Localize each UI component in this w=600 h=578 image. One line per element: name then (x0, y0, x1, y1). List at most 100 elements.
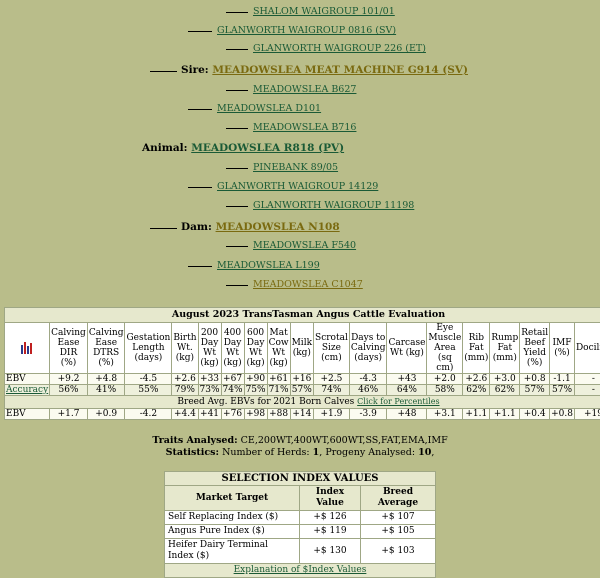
ebv-value: +2.5 (314, 374, 350, 385)
pedigree-sire-dam-dam-link[interactable]: MEADOWSLEA B716 (253, 122, 356, 134)
percentiles-link[interactable]: Click for Percentiles (357, 397, 439, 406)
pedigree-dam-dam-link[interactable]: MEADOWSLEA L199 (217, 260, 320, 272)
chart-icon-cell[interactable] (5, 323, 50, 374)
pedigree-sire-sire-sire-link[interactable]: SHALOM WAIGROUP 101/01 (253, 6, 395, 18)
ebv-value: -4.5 (125, 374, 172, 385)
selection-row: Self Replacing Index ($) +$ 126 +$ 107 (165, 511, 436, 525)
pedigree-connector (188, 266, 212, 267)
breed-average-value: +3.1 (427, 409, 463, 420)
ebv-column-header: Rib Fat (mm) (463, 323, 490, 374)
accuracy-value: 74% (221, 385, 244, 396)
ebv-value: +3.0 (490, 374, 520, 385)
selection-row-average: +$ 107 (360, 511, 435, 525)
ebv-value: +90 (244, 374, 267, 385)
accuracy-row-label[interactable]: Accuracy (5, 385, 50, 396)
pedigree-dam-dam-sire-link[interactable]: MEADOWSLEA F540 (253, 240, 356, 252)
ebv-column-header: 400 Day Wt (kg) (221, 323, 244, 374)
breed-average-value: +0.9 (87, 409, 125, 420)
ebv-column-header: 200 Day Wt (kg) (198, 323, 221, 374)
pedigree-connector (226, 285, 248, 286)
statistics-label: Statistics: (166, 447, 219, 458)
pedigree-sire-dam-link[interactable]: MEADOWSLEA D101 (217, 103, 321, 115)
animal-link[interactable]: MEADOWSLEA R818 (PV) (191, 142, 344, 154)
dam-row: Dam: MEADOWSLEA N108 (181, 221, 340, 234)
ebv-value: +2.6 (463, 374, 490, 385)
breed-average-title: Breed Avg. EBVs for 2021 Born Calves (177, 397, 354, 407)
breed-average-value: +19 (574, 409, 600, 420)
pedigree-connector (226, 90, 248, 91)
pedigree-tree: SHALOM WAIGROUP 101/01 GLANWORTH WAIGROU… (0, 0, 600, 300)
traits-analysed: Traits Analysed: CE,200WT,400WT,600WT,SS… (0, 435, 600, 446)
sire-label: Sire: (181, 64, 209, 76)
pedigree-dam-sire-sire-link[interactable]: PINEBANK 89/05 (253, 162, 338, 174)
index-value-header: Index Value (300, 486, 361, 511)
accuracy-value: 57% (520, 385, 550, 396)
ebv-table-title: August 2023 TransTasman Angus Cattle Eva… (5, 308, 600, 323)
ebv-value: - (574, 374, 600, 385)
breed-average-value: +1.9 (314, 409, 350, 420)
ebv-column-header: Scrotal Size (cm) (314, 323, 350, 374)
animal-row: Animal: MEADOWSLEA R818 (PV) (142, 142, 344, 155)
bar-chart-icon[interactable] (20, 340, 34, 354)
pedigree-connector (188, 109, 212, 110)
breed-average-value: -4.2 (125, 409, 172, 420)
ebv-column-header: Mat Cow Wt (kg) (267, 323, 290, 374)
breed-average-value: +1.1 (463, 409, 490, 420)
accuracy-link[interactable]: Accuracy (6, 385, 48, 395)
ebv-column-header: Carcase Wt (kg) (387, 323, 427, 374)
accuracy-row: Accuracy 56%41%55%79%73%74%75%71%57%74%4… (5, 385, 600, 396)
sire-link[interactable]: MEADOWSLEA MEAT MACHINE G914 (SV) (212, 64, 468, 76)
selection-index-table: SELECTION INDEX VALUES Market Target Ind… (164, 471, 436, 578)
accuracy-value: - (574, 385, 600, 396)
selection-row-name: Self Replacing Index ($) (165, 511, 300, 525)
breed-average-value: -3.9 (349, 409, 387, 420)
ebv-value: +9.2 (50, 374, 88, 385)
pedigree-sire-sire-link[interactable]: GLANWORTH WAIGROUP 0816 (SV) (217, 25, 396, 37)
accuracy-value: 74% (314, 385, 350, 396)
pedigree-dam-sire-dam-link[interactable]: GLANWORTH WAIGROUP 11198 (253, 200, 414, 212)
accuracy-value: 71% (267, 385, 290, 396)
selection-row-average: +$ 105 (360, 525, 435, 539)
pedigree-dam-dam-dam-link[interactable]: MEADOWSLEA C1047 (253, 279, 363, 291)
index-explanation-link[interactable]: Explanation of $Index Values (234, 565, 367, 575)
progeny-value: 10 (418, 447, 431, 458)
ebv-value: +43 (387, 374, 427, 385)
accuracy-value: 64% (387, 385, 427, 396)
accuracy-value: 62% (463, 385, 490, 396)
ebv-column-header: Docility (574, 323, 600, 374)
accuracy-value: 57% (290, 385, 313, 396)
ebv-value: +61 (267, 374, 290, 385)
pedigree-connector (226, 206, 248, 207)
ebv-row-label: EBV (5, 374, 50, 385)
ebv-column-header: Rump Fat (mm) (490, 323, 520, 374)
pedigree-sire-dam-sire-link[interactable]: MEADOWSLEA B627 (253, 84, 356, 96)
selection-row-value: +$ 126 (300, 511, 361, 525)
pedigree-sire-sire-dam-link[interactable]: GLANWORTH WAIGROUP 226 (ET) (253, 43, 426, 55)
dam-link[interactable]: MEADOWSLEA N108 (216, 221, 340, 233)
ebv-column-header: Milk (kg) (290, 323, 313, 374)
pedigree-dam-sire-link[interactable]: GLANWORTH WAIGROUP 14129 (217, 181, 378, 193)
accuracy-value: 57% (550, 385, 575, 396)
ebv-value: +4.8 (87, 374, 125, 385)
selection-index-title: SELECTION INDEX VALUES (165, 472, 436, 486)
breed-average-col-header: Breed Average (360, 486, 435, 511)
statistics-line: Statistics: Number of Herds: 1, Progeny … (0, 447, 600, 458)
breed-average-value: +1.7 (50, 409, 88, 420)
ebv-header-row: Calving Ease DIR (%)Calving Ease DTRS (%… (5, 323, 600, 374)
selection-row-average: +$ 103 (360, 539, 435, 564)
selection-row-value: +$ 119 (300, 525, 361, 539)
breed-average-value: +41 (198, 409, 221, 420)
ebv-row: EBV +9.2+4.8-4.5+2.6+33+67+90+61+16+2.5-… (5, 374, 600, 385)
ebv-column-header: Calving Ease DTRS (%) (87, 323, 125, 374)
traits-value: CE,200WT,400WT,600WT,SS,FAT,EMA,IMF (241, 435, 448, 446)
market-target-header: Market Target (165, 486, 300, 511)
breed-row-label: EBV (5, 409, 50, 420)
breed-average-row: EBV +1.7+0.9-4.2+4.4+41+76+98+88+14+1.9-… (5, 409, 600, 420)
breed-average-value: +1.1 (490, 409, 520, 420)
breed-average-value: +0.4 (520, 409, 550, 420)
pedigree-connector (226, 49, 248, 50)
ebv-column-header: Days to Calving (days) (349, 323, 387, 374)
traits-label: Traits Analysed: (152, 435, 237, 446)
ebv-value: +2.6 (172, 374, 198, 385)
pedigree-connector (150, 71, 177, 72)
